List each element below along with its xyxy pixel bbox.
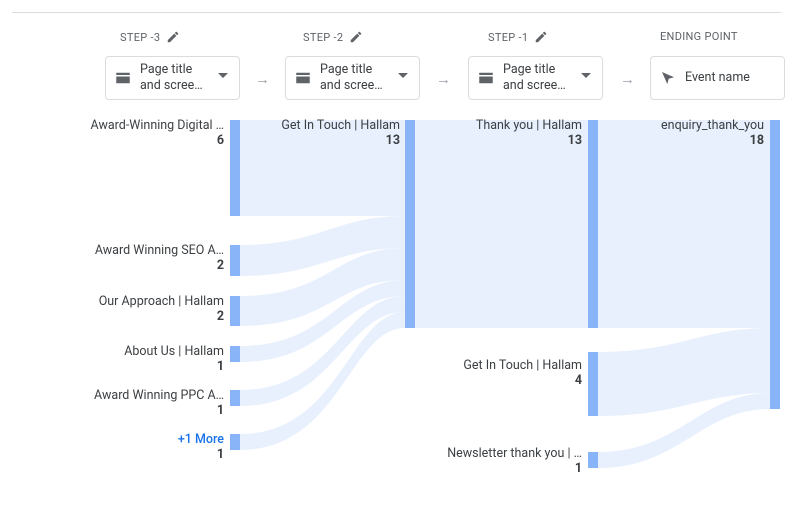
step-header-label: STEP -1 bbox=[488, 31, 528, 44]
pencil-icon[interactable] bbox=[166, 30, 180, 44]
node-bar[interactable] bbox=[230, 120, 240, 216]
page-icon bbox=[294, 69, 312, 87]
dimension-label: Page title and scree… bbox=[503, 62, 575, 93]
node-label[interactable]: Award Winning PPC A… 1 bbox=[60, 388, 224, 418]
dimension-label: Page title and scree… bbox=[320, 62, 392, 93]
node-bar[interactable] bbox=[588, 352, 598, 416]
node-more-link[interactable]: +1 More 1 bbox=[60, 432, 224, 462]
step-header-ending: ENDING POINT bbox=[660, 30, 738, 43]
chevron-down-icon bbox=[398, 73, 408, 83]
node-label[interactable]: Newsletter thank you | … 1 bbox=[432, 446, 582, 476]
arrow-right-icon: → bbox=[436, 70, 451, 88]
top-divider bbox=[12, 12, 781, 13]
node-bar[interactable] bbox=[230, 296, 240, 326]
step-header-m2: STEP -2 bbox=[303, 30, 363, 44]
pencil-icon[interactable] bbox=[349, 30, 363, 44]
arrow-right-icon: → bbox=[620, 70, 635, 88]
node-bar[interactable] bbox=[588, 452, 598, 468]
node-bar[interactable] bbox=[588, 120, 598, 328]
page-icon bbox=[477, 69, 495, 87]
node-label[interactable]: enquiry_thank_you 18 bbox=[614, 118, 764, 148]
node-bar[interactable] bbox=[230, 245, 240, 276]
node-label[interactable]: Our Approach | Hallam 2 bbox=[60, 294, 224, 324]
chevron-down-icon bbox=[218, 73, 228, 83]
node-label[interactable]: Get In Touch | Hallam 4 bbox=[432, 358, 582, 388]
arrow-right-icon: → bbox=[255, 70, 270, 88]
step-header-label: STEP -2 bbox=[303, 31, 343, 44]
node-label[interactable]: Get In Touch | Hallam 13 bbox=[250, 118, 400, 148]
dimension-picker-step-m1[interactable]: Page title and scree… bbox=[468, 56, 603, 100]
step-header-m1: STEP -1 bbox=[488, 30, 548, 44]
dimension-label: Event name bbox=[685, 70, 775, 86]
node-label[interactable]: Award-Winning Digital … 6 bbox=[60, 118, 224, 148]
dimension-picker-step-m2[interactable]: Page title and scree… bbox=[285, 56, 420, 100]
step-header-label: STEP -3 bbox=[120, 31, 160, 44]
node-label[interactable]: Award Winning SEO A… 2 bbox=[60, 243, 224, 273]
step-header-m3: STEP -3 bbox=[120, 30, 180, 44]
node-bar[interactable] bbox=[770, 120, 780, 409]
node-bar[interactable] bbox=[230, 346, 240, 362]
dimension-picker-ending[interactable]: Event name bbox=[650, 56, 785, 100]
node-bar[interactable] bbox=[230, 390, 240, 406]
dimension-label: Page title and scree… bbox=[140, 62, 212, 93]
page-icon bbox=[114, 69, 132, 87]
step-header-label: ENDING POINT bbox=[660, 30, 738, 43]
node-label[interactable]: Thank you | Hallam 13 bbox=[432, 118, 582, 148]
event-cursor-icon bbox=[659, 69, 677, 87]
chevron-down-icon bbox=[581, 73, 591, 83]
dimension-picker-step-m3[interactable]: Page title and scree… bbox=[105, 56, 240, 100]
node-bar[interactable] bbox=[230, 434, 240, 450]
node-label[interactable]: About Us | Hallam 1 bbox=[60, 344, 224, 374]
pencil-icon[interactable] bbox=[534, 30, 548, 44]
node-bar[interactable] bbox=[405, 120, 415, 328]
